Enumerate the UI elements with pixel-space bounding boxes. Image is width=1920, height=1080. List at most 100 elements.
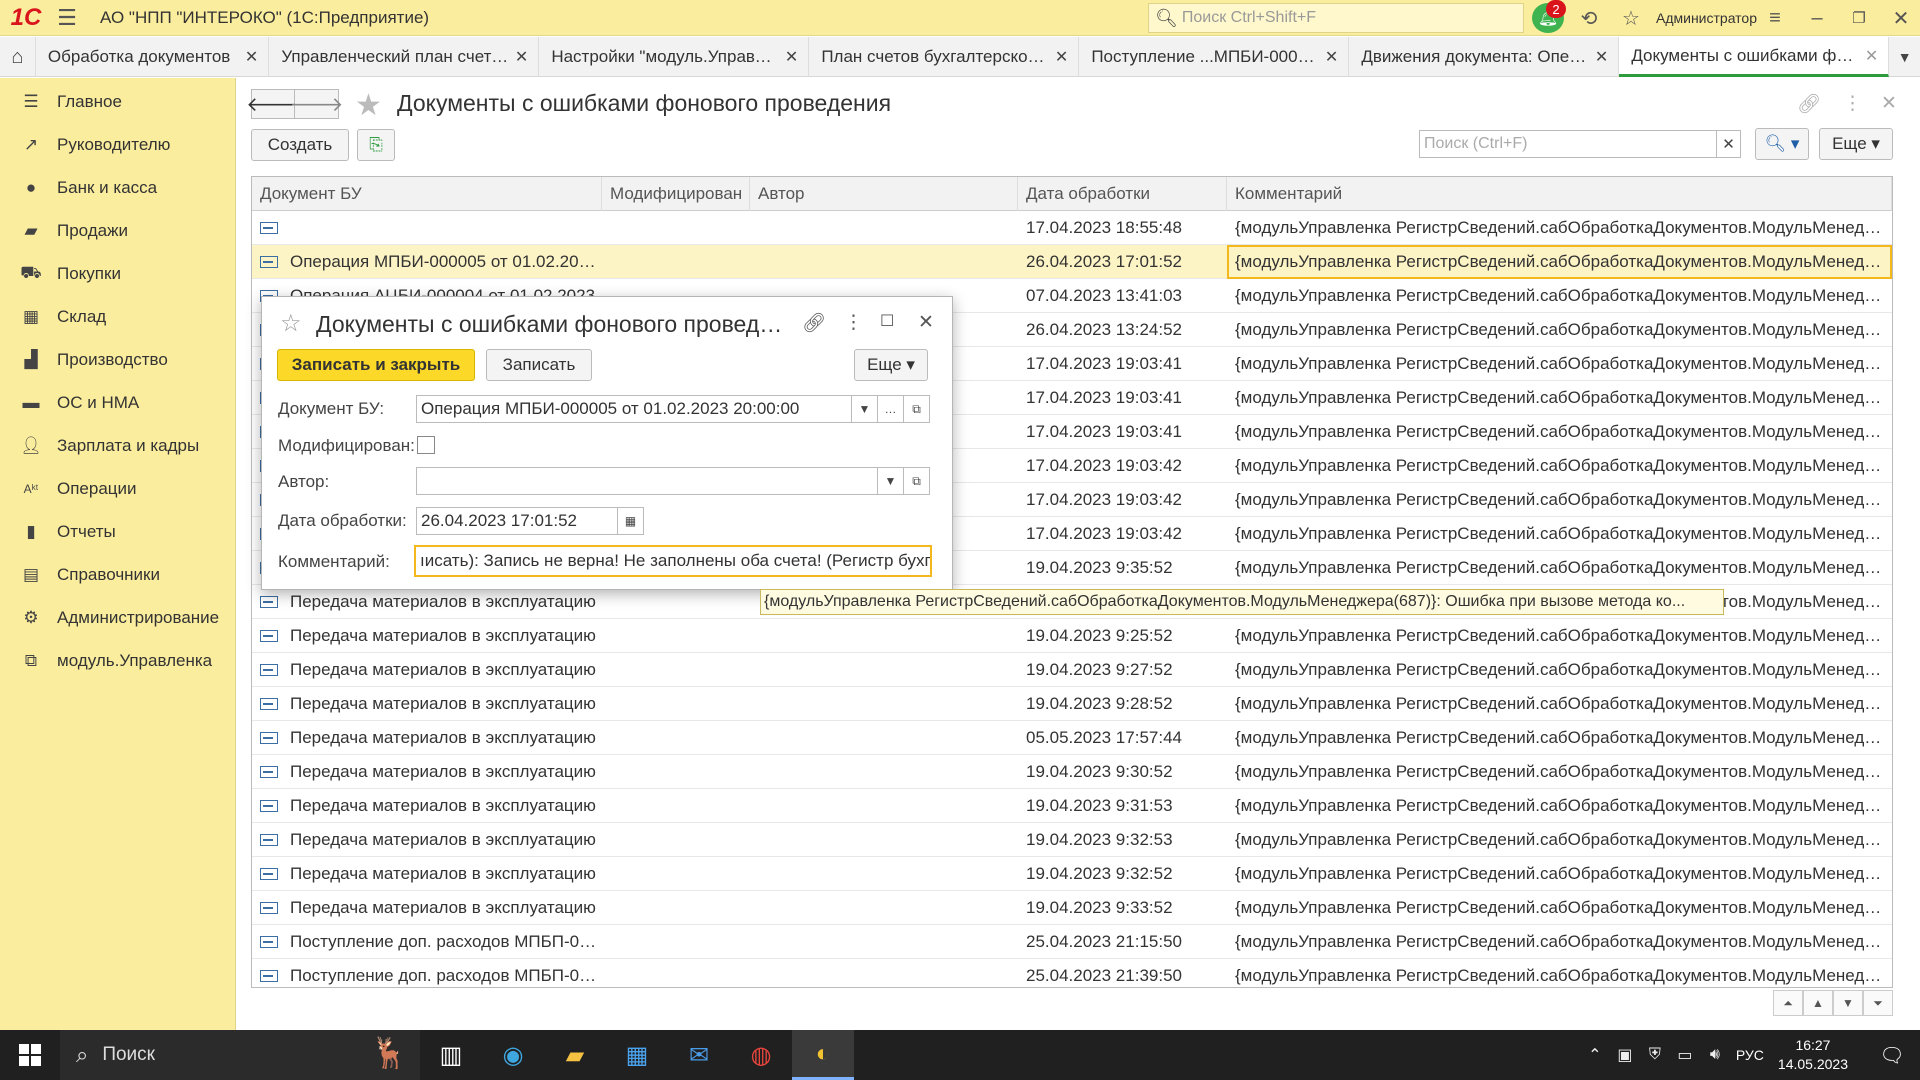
file-explorer-icon[interactable]: ▰	[544, 1030, 606, 1080]
document-field[interactable]: Операция МПБИ-000005 от 01.02.2023 20:00…	[416, 395, 852, 423]
tab-receipt-document[interactable]: Поступление ...МПБИ-000006 ✕	[1079, 37, 1350, 77]
1c-app-icon[interactable]: ◐	[792, 1030, 854, 1080]
sidebar-item-bank[interactable]: ● Банк и касса	[0, 166, 235, 209]
tab-close-icon[interactable]: ✕	[785, 47, 798, 67]
sidebar-item-operations[interactable]: Aᵏᵗ Операции	[0, 467, 235, 510]
sidebar-item-warehouse[interactable]: ▦ Склад	[0, 295, 235, 338]
document-select-icon[interactable]: …	[878, 395, 904, 423]
sidebar-item-purchases[interactable]: ⛟ Покупки	[0, 252, 235, 295]
input-language[interactable]: РУС	[1736, 1047, 1764, 1063]
table-row[interactable]: Передача материалов в эксплуатацию 19.04.…	[252, 653, 1892, 687]
column-header-modified[interactable]: Модифицирован	[602, 177, 750, 211]
favorite-star-icon[interactable]: ★	[355, 88, 382, 123]
sidebar-item-main[interactable]: ☰ Главное	[0, 80, 235, 123]
tray-app-icon[interactable]: ▣	[1610, 1045, 1640, 1065]
link-icon[interactable]: 🔗︎	[1797, 92, 1821, 116]
column-header-date[interactable]: Дата обработки	[1018, 177, 1227, 211]
minimize-window-icon[interactable]: –	[1800, 3, 1834, 33]
favorite-star-icon[interactable]: ☆	[280, 309, 302, 338]
table-row[interactable]: Передача материалов в эксплуатацию 19.04.…	[252, 823, 1892, 857]
tab-close-icon[interactable]: ✕	[1055, 47, 1068, 67]
link-icon[interactable]: 🔗︎	[802, 311, 826, 335]
sidebar-item-administration[interactable]: ⚙ Администрирование	[0, 596, 235, 639]
author-field[interactable]	[416, 467, 878, 495]
sidebar-item-catalogs[interactable]: ▤ Справочники	[0, 553, 235, 596]
column-header-comment[interactable]: Комментарий	[1227, 177, 1892, 211]
main-menu-icon[interactable]: ☰	[52, 0, 82, 36]
more-actions-button[interactable]: Еще ▾	[1819, 128, 1893, 160]
tab-module-settings[interactable]: Настройки "модуль.Управленка" ✕	[539, 37, 810, 77]
forward-arrow-icon[interactable]: 🡒	[290, 89, 343, 119]
clock[interactable]: 16:27 14.05.2023	[1778, 1036, 1848, 1074]
tab-close-icon[interactable]: ✕	[1865, 46, 1878, 66]
table-row[interactable]: Передача материалов в эксплуатацию 19.04.…	[252, 619, 1892, 653]
list-search-input[interactable]: Поиск (Ctrl+F)	[1419, 130, 1717, 158]
author-open-icon[interactable]: ⧉	[904, 467, 930, 495]
sidebar-item-reports[interactable]: ▮ Отчеты	[0, 510, 235, 553]
dialog-more-button[interactable]: Еще ▾	[854, 349, 928, 381]
sidebar-item-module-management[interactable]: ⧉ модуль.Управленка	[0, 639, 235, 682]
store-icon[interactable]: ▦	[606, 1030, 668, 1080]
table-row[interactable]: Передача материалов в эксплуатацию 05.05.…	[252, 721, 1892, 755]
search-dropdown-icon[interactable]: 🔍︎ ▾	[1755, 128, 1809, 160]
sidebar-item-manager[interactable]: ↗ Руководителю	[0, 123, 235, 166]
tab-close-icon[interactable]: ✕	[515, 47, 528, 67]
document-dropdown-icon[interactable]: ▼	[852, 395, 878, 423]
create-button[interactable]: Создать	[251, 129, 349, 161]
table-row[interactable]: Операция МПБИ-000005 от 01.02.2023 20:00…	[252, 245, 1892, 279]
edge-browser-icon[interactable]: ◉	[482, 1030, 544, 1080]
table-row[interactable]: Передача материалов в эксплуатацию 19.04.…	[252, 857, 1892, 891]
scroll-up-icon[interactable]: ▲	[1803, 990, 1833, 1016]
tab-management-chart-of-accounts[interactable]: Управленческий план счетов ✕	[269, 37, 540, 77]
tray-chevron-up-icon[interactable]: ⌃	[1580, 1045, 1610, 1065]
comment-field[interactable]: ıисать): Запись не верна! Не заполнены о…	[414, 545, 932, 577]
document-open-icon[interactable]: ⧉	[904, 395, 930, 423]
chrome-icon[interactable]: ◍	[730, 1030, 792, 1080]
tab-background-posting-errors[interactable]: Документы с ошибками фонового проведения…	[1619, 37, 1890, 77]
scroll-down-icon[interactable]: ▼	[1833, 990, 1863, 1016]
sidebar-item-payroll[interactable]: 👤︎ Зарплата и кадры	[0, 424, 235, 467]
tab-close-icon[interactable]: ✕	[1595, 47, 1608, 67]
home-icon[interactable]: ⌂	[0, 37, 36, 77]
calendar-icon[interactable]: ▦	[618, 507, 644, 535]
more-vertical-icon[interactable]: ⋮	[844, 311, 863, 334]
table-row[interactable]: Передача материалов в эксплуатацию 19.04.…	[252, 755, 1892, 789]
back-arrow-icon[interactable]: 🡐	[246, 89, 300, 119]
history-icon[interactable]: ⟲	[1572, 3, 1606, 33]
close-window-icon[interactable]: ✕	[1884, 3, 1918, 33]
network-icon[interactable]: ▭	[1670, 1045, 1700, 1065]
close-icon[interactable]: ✕	[918, 311, 934, 334]
tab-close-icon[interactable]: ✕	[245, 47, 258, 67]
table-row[interactable]: 17.04.2023 18:55:48 {модульУправленка Рег…	[252, 211, 1892, 245]
scroll-bottom-icon[interactable]: ⏷	[1863, 990, 1893, 1016]
column-header-document[interactable]: Документ БУ	[252, 177, 602, 211]
start-button[interactable]	[0, 1030, 60, 1080]
save-and-close-button[interactable]: Записать и закрыть	[277, 349, 475, 381]
tray-security-icon[interactable]: ⛨	[1640, 1046, 1670, 1064]
favorites-star-icon[interactable]: ☆	[1614, 3, 1648, 33]
clear-search-icon[interactable]: ✕	[1717, 130, 1741, 158]
close-icon[interactable]: ✕	[1881, 92, 1897, 115]
tab-document-processing[interactable]: Обработка документов ✕	[36, 37, 270, 77]
tab-document-movements[interactable]: Движения документа: Операция ✕	[1349, 37, 1620, 77]
global-search-input[interactable]: 🔍︎ Поиск Ctrl+Shift+F	[1148, 3, 1524, 33]
tabs-overflow-chevron-icon[interactable]: ▼	[1889, 37, 1920, 76]
tab-close-icon[interactable]: ✕	[1325, 47, 1338, 67]
table-row[interactable]: Передача материалов в эксплуатацию 19.04.…	[252, 789, 1892, 823]
table-row[interactable]: Поступление доп. расходов МПБП-000001 25.…	[252, 925, 1892, 959]
sidebar-item-sales[interactable]: ▰ Продажи	[0, 209, 235, 252]
add-copy-icon[interactable]: ⎘	[357, 129, 395, 161]
scroll-top-icon[interactable]: ⏶	[1773, 990, 1803, 1016]
settings-menu-icon[interactable]: ≡	[1758, 3, 1792, 33]
table-row[interactable]: Передача материалов в эксплуатацию 19.04.…	[252, 891, 1892, 925]
tab-accounting-chart-of-accounts[interactable]: План счетов бухгалтерского учета ✕	[809, 37, 1080, 77]
sidebar-item-fixed-assets[interactable]: ▬ ОС и НМА	[0, 381, 235, 424]
task-view-icon[interactable]: ▥	[420, 1030, 482, 1080]
more-vertical-icon[interactable]: ⋮	[1843, 92, 1862, 115]
mail-icon[interactable]: ✉	[668, 1030, 730, 1080]
maximize-icon[interactable]: ☐	[880, 311, 894, 331]
column-header-author[interactable]: Автор	[750, 177, 1018, 211]
table-row[interactable]: Передача материалов в эксплуатацию 19.04.…	[252, 687, 1892, 721]
taskbar-search[interactable]: ⌕ Поиск 🦌	[60, 1030, 420, 1080]
author-dropdown-icon[interactable]: ▼	[878, 467, 904, 495]
